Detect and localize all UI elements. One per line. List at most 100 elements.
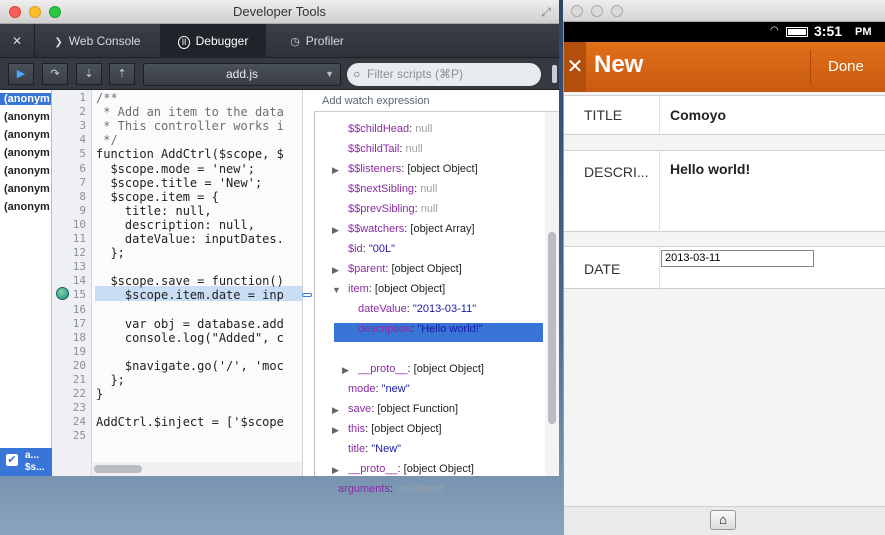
stack-frame[interactable]: (anonym bbox=[0, 93, 51, 105]
line-number[interactable]: 8 bbox=[52, 190, 86, 203]
resume-button[interactable]: ▶ bbox=[8, 63, 34, 85]
line-number[interactable]: 20 bbox=[52, 359, 86, 372]
variable-row[interactable]: item: [object Object] bbox=[348, 283, 445, 295]
script-selector[interactable]: add.js ▼ bbox=[143, 63, 341, 86]
variable-row[interactable]: this: [object Object] bbox=[348, 423, 442, 435]
close-button[interactable]: ✕ bbox=[564, 42, 586, 92]
variable-row[interactable]: arguments: undefined bbox=[338, 483, 444, 495]
scroll-thumb[interactable] bbox=[548, 232, 556, 424]
variable-row[interactable]: $$watchers: [object Array] bbox=[348, 223, 475, 235]
tab-label: Debugger bbox=[195, 34, 249, 48]
line-number[interactable]: 9 bbox=[52, 204, 86, 217]
variable-row[interactable]: __proto__: [object Object] bbox=[358, 363, 484, 375]
minimize-window-button[interactable] bbox=[29, 6, 41, 18]
home-button[interactable]: ⌂ bbox=[710, 510, 736, 530]
close-devtools-button[interactable]: ✕ bbox=[0, 24, 34, 58]
checkbox-checked[interactable]: ✔ bbox=[6, 454, 18, 466]
line-number[interactable]: 17 bbox=[52, 317, 86, 330]
breakpoint-marker-icon[interactable] bbox=[56, 287, 69, 300]
collapsed-arrow-icon[interactable]: ▶ bbox=[332, 465, 339, 476]
line-number[interactable]: 2 bbox=[52, 105, 86, 118]
watch-placeholder: Add watch expression bbox=[322, 95, 430, 107]
close-window-button[interactable] bbox=[9, 6, 21, 18]
date-field-row[interactable]: DATE 2013-03-11 bbox=[564, 246, 885, 290]
tab-debugger[interactable]: ॥ Debugger bbox=[160, 24, 266, 58]
title-field-row[interactable]: TITLE Comoyo bbox=[564, 95, 885, 136]
line-number[interactable]: 18 bbox=[52, 331, 86, 344]
line-number[interactable]: 4 bbox=[52, 133, 86, 146]
collapsed-arrow-icon[interactable]: ▶ bbox=[332, 225, 339, 236]
done-button[interactable]: Done bbox=[828, 58, 864, 75]
scroll-thumb[interactable] bbox=[94, 465, 142, 473]
variable-row[interactable]: $$nextSibling: null bbox=[348, 183, 437, 195]
step-over-button[interactable]: ↷ bbox=[42, 63, 68, 85]
stack-frame[interactable]: (anonym bbox=[4, 129, 50, 141]
variable-row[interactable]: dateValue: "2013-03-11" bbox=[358, 303, 476, 315]
step-out-button[interactable]: ⇡ bbox=[109, 63, 135, 85]
collapsed-arrow-icon[interactable]: ▶ bbox=[332, 165, 339, 176]
collapsed-arrow-icon[interactable]: ▶ bbox=[332, 265, 339, 276]
line-number[interactable]: 3 bbox=[52, 119, 86, 132]
collapsed-arrow-icon[interactable]: ▶ bbox=[332, 405, 339, 416]
filter-scripts-input[interactable]: ○ Filter scripts (⌘P) bbox=[347, 63, 541, 86]
zoom-window-button[interactable] bbox=[49, 6, 61, 18]
description-field-row[interactable]: DESCRI... Hello world! bbox=[564, 150, 885, 233]
line-number[interactable]: 25 bbox=[52, 429, 86, 442]
line-number[interactable]: 21 bbox=[52, 373, 86, 386]
expanded-arrow-icon[interactable]: ▼ bbox=[332, 285, 341, 295]
collapsed-arrow-icon[interactable]: ▶ bbox=[332, 425, 339, 436]
line-number[interactable]: 24 bbox=[52, 415, 86, 428]
pane-toggle-button[interactable] bbox=[552, 65, 557, 83]
line-number[interactable]: 23 bbox=[52, 401, 86, 414]
line-number[interactable]: 7 bbox=[52, 176, 86, 189]
title-value[interactable]: Comoyo bbox=[670, 107, 726, 123]
watch-expression-input[interactable]: Add watch expression bbox=[314, 90, 559, 112]
line-number[interactable]: 11 bbox=[52, 232, 86, 245]
close-window-button[interactable] bbox=[571, 5, 583, 17]
breakpoint-list-item[interactable]: ✔ a... $s... bbox=[0, 448, 52, 476]
variable-row[interactable]: save: [object Function] bbox=[348, 403, 458, 415]
line-number[interactable]: 14 bbox=[52, 274, 86, 287]
description-value[interactable]: Hello world! bbox=[670, 161, 750, 177]
zoom-window-button[interactable] bbox=[611, 5, 623, 17]
line-number[interactable]: 6 bbox=[52, 162, 86, 175]
variable-row[interactable]: title: "New" bbox=[348, 443, 401, 455]
variable-row[interactable]: $$childHead: null bbox=[348, 123, 432, 135]
stack-frame[interactable]: (anonym bbox=[4, 147, 50, 159]
line-number[interactable]: 13 bbox=[52, 260, 86, 273]
stack-frame[interactable]: (anonym bbox=[4, 111, 50, 123]
variable-row[interactable]: $parent: [object Object] bbox=[348, 263, 462, 275]
variable-row[interactable]: $$childTail: null bbox=[348, 143, 423, 155]
line-number[interactable]: 12 bbox=[52, 246, 86, 259]
horizontal-scrollbar[interactable] bbox=[92, 462, 302, 476]
splitter-handle[interactable] bbox=[302, 293, 312, 297]
stack-frame[interactable]: (anonym bbox=[4, 201, 50, 213]
stack-frame[interactable]: (anonym bbox=[4, 165, 50, 177]
line-number[interactable]: 22 bbox=[52, 387, 86, 400]
line-number[interactable]: 5 bbox=[52, 147, 86, 160]
line-number[interactable]: 19 bbox=[52, 345, 86, 358]
variable-row[interactable]: mode: "new" bbox=[348, 383, 410, 395]
line-number[interactable]: 16 bbox=[52, 303, 86, 316]
line-number[interactable]: 10 bbox=[52, 218, 86, 231]
variable-row[interactable]: __proto__: [object Object] bbox=[348, 463, 474, 475]
variable-row[interactable]: title: "Comoyo" bbox=[358, 343, 430, 355]
fullscreen-icon[interactable]: ⤢ bbox=[541, 0, 551, 24]
collapsed-arrow-icon[interactable]: ▶ bbox=[342, 365, 349, 376]
stack-frame[interactable]: (anonym bbox=[4, 183, 50, 195]
variable-row[interactable]: $$listeners: [object Object] bbox=[348, 163, 478, 175]
date-input[interactable]: 2013-03-11 bbox=[661, 250, 814, 267]
breakpoint-code: $s... bbox=[25, 462, 45, 473]
variable-value: "00L" bbox=[368, 243, 395, 255]
simulator-titlebar bbox=[563, 0, 885, 22]
minimize-window-button[interactable] bbox=[591, 5, 603, 17]
variable-row[interactable]: $$prevSibling: null bbox=[348, 203, 438, 215]
code-line: title: null, bbox=[96, 203, 212, 218]
tab-web-console[interactable]: ❯ Web Console bbox=[34, 24, 160, 58]
line-number[interactable]: 1 bbox=[52, 91, 86, 104]
editor-splitter[interactable] bbox=[302, 90, 314, 476]
tab-profiler[interactable]: ◷ Profiler bbox=[266, 24, 368, 58]
step-in-button[interactable]: ⇣ bbox=[76, 63, 102, 85]
variable-row[interactable]: description: "Hello world!" bbox=[358, 323, 483, 335]
variable-row[interactable]: $id: "00L" bbox=[348, 243, 395, 255]
